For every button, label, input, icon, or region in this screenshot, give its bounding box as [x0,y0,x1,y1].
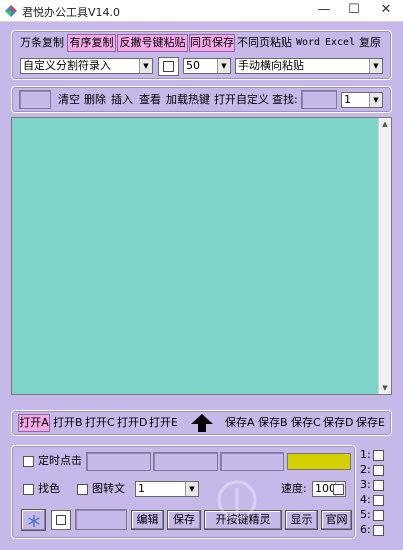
slot-checkbox-1[interactable] [373,450,384,461]
find-input[interactable] [301,90,337,109]
find-color-label: 找色 [38,482,60,495]
slot-label-5: 5: [360,508,371,521]
slot-label-4: 4: [360,493,371,506]
split-mode-select[interactable]: 自定义分割符录入 ▼ [20,58,153,74]
minimize-button[interactable]: — [310,0,338,22]
toggle-box[interactable] [158,57,179,76]
open-c-button[interactable]: 打开C [85,415,115,431]
chevron-down-icon: ▼ [185,482,198,496]
status-box [19,90,51,109]
color-swatch[interactable] [287,453,351,470]
title-bar[interactable]: 君悦办公工具V14.0 — ☐ ✕ [0,0,403,22]
chevron-down-icon: ▼ [369,93,382,107]
edit-button[interactable]: 编辑 [131,510,164,530]
save-e-button[interactable]: 保存E [356,415,385,431]
load-hotkey-button[interactable]: 加载热键 [166,92,210,108]
save-c-button[interactable]: 保存C [291,415,321,431]
timed-field-3[interactable] [220,452,284,471]
up-arrow-icon[interactable] [190,413,214,433]
timed-click-checkbox[interactable] [23,456,34,467]
ordered-copy-button[interactable]: 有序复制 [67,34,116,52]
delete-button[interactable]: 删除 [84,92,106,108]
save-d-button[interactable]: 保存D [323,415,353,431]
find-color-checkbox[interactable] [23,484,34,495]
slot-checkbox-4[interactable] [373,495,384,506]
copy-all-button[interactable]: 万条复制 [20,35,64,51]
image-to-text-checkbox[interactable] [77,484,88,495]
different-page-paste-button[interactable]: 不同页粘贴 [237,35,292,51]
excel-button[interactable]: Excel [325,35,355,51]
insert-button[interactable]: 插入 [111,92,133,108]
restore-button[interactable]: 复原 [359,35,381,51]
paste-mode-value: 手动横向粘贴 [238,59,304,72]
count-select[interactable]: 50 ▼ [183,58,231,74]
slot-label-6: 6: [360,523,371,536]
app-logo-icon [5,5,17,17]
vertical-scrollbar[interactable]: ▲ ▼ [378,118,391,394]
open-b-button[interactable]: 打开B [53,415,83,431]
save-a-button[interactable]: 保存A [225,415,255,431]
timed-field-2[interactable] [153,452,218,471]
timed-field-1[interactable] [86,452,151,471]
slot-checkbox-6[interactable] [373,525,384,536]
slot-checkbox-2[interactable] [373,465,384,476]
main-text-area[interactable]: ▲ ▼ [11,117,392,395]
open-d-button[interactable]: 打开D [117,415,147,431]
chevron-down-icon: ▼ [139,59,152,73]
close-button[interactable]: ✕ [372,0,400,22]
open-custom-button[interactable]: 打开自定义 [214,92,269,108]
clear-button[interactable]: 清空 [58,92,80,108]
same-page-save-button[interactable]: 同页保存 [189,34,235,52]
save-button[interactable]: 保存 [167,510,201,530]
reverse-quote-paste-button[interactable]: 反撇号键粘贴 [117,34,188,52]
image-to-text-label: 图转文 [92,482,125,495]
scroll-down-icon[interactable]: ▼ [379,382,391,394]
chevron-down-icon: ▼ [369,59,382,73]
window-title: 君悦办公工具V14.0 [22,6,121,19]
word-button[interactable]: Word [296,35,320,51]
repeat-select[interactable]: 1 ▼ [135,481,199,497]
script-field[interactable] [75,509,127,530]
slot-label-1: 1: [360,448,371,461]
paste-mode-select[interactable]: 手动横向粘贴 ▼ [235,58,383,74]
timed-click-label: 定时点击 [38,454,82,467]
snowflake-icon [28,515,40,527]
slot-checkbox-5[interactable] [373,510,384,521]
count-value: 50 [186,59,200,72]
open-a-button[interactable]: 打开A [18,414,50,432]
slot-checkbox-3[interactable] [373,480,384,491]
option-checkbox[interactable] [56,515,66,525]
watermark-logo-icon [217,480,257,520]
save-b-button[interactable]: 保存B [258,415,288,431]
toggle-checkbox[interactable] [163,61,174,72]
chevron-down-icon: ▼ [217,59,230,73]
find-index-select[interactable]: 1 ▼ [341,92,383,108]
split-mode-value: 自定义分割符录入 [23,59,111,72]
view-button[interactable]: 查看 [139,92,161,108]
option-box[interactable] [51,510,71,530]
scroll-up-icon[interactable]: ▲ [379,118,391,130]
slot-label-3: 3: [360,478,371,491]
repeat-value: 1 [138,482,145,495]
snowflake-button[interactable] [21,509,46,531]
maximize-button[interactable]: ☐ [340,0,368,22]
open-e-button[interactable]: 打开E [149,415,178,431]
find-label: 查找: [272,93,298,106]
slot-label-2: 2: [360,463,371,476]
find-index-value: 1 [344,93,351,106]
